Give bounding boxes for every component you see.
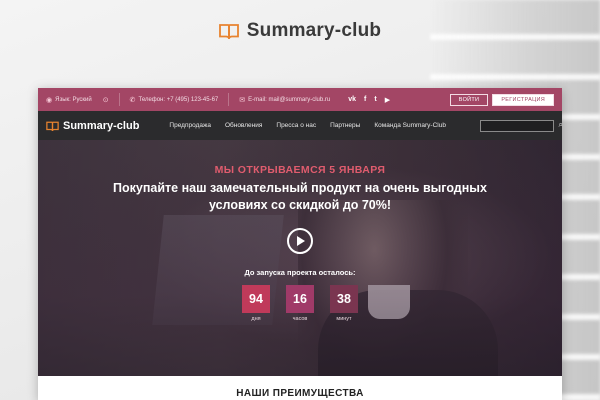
hero-content: МЫ ОТКРЫВАЕМСЯ 5 ЯНВАРЯ Покупайте наш за… bbox=[38, 140, 562, 322]
nav-logo-text: Summary-club bbox=[63, 119, 140, 132]
globe-icon: ◉ bbox=[46, 96, 53, 104]
countdown-minutes: 38 минут bbox=[330, 285, 358, 322]
phone-info: ✆ Телефон: +7 (495) 123-45-67 bbox=[130, 96, 219, 104]
nav-link-partners[interactable]: Партнеры bbox=[330, 122, 360, 129]
main-nav: Summary-club Предпродажа Обновления Прес… bbox=[38, 111, 562, 140]
email-label: E-mail: mail@summary-club.ru bbox=[248, 96, 331, 103]
chevron-down-icon: ⊙ bbox=[102, 96, 109, 104]
register-button[interactable]: РЕГИСТРАЦИЯ bbox=[492, 93, 554, 106]
countdown-days: 94 дня bbox=[242, 285, 270, 322]
language-selector[interactable]: ◉ Язык: Руский ⊙ bbox=[46, 96, 109, 104]
nav-link-presale[interactable]: Предпродажа bbox=[169, 122, 211, 129]
countdown-hours: 16 часов bbox=[286, 285, 314, 322]
mail-icon: ✉ bbox=[239, 96, 246, 104]
nav-link-press[interactable]: Пресса о нас bbox=[276, 122, 316, 129]
nav-logo[interactable]: Summary-club bbox=[46, 120, 139, 132]
nav-link-updates[interactable]: Обновления bbox=[225, 122, 262, 129]
phone-label: Телефон: +7 (495) 123-45-67 bbox=[138, 96, 219, 103]
twitter-icon[interactable]: t bbox=[374, 96, 376, 104]
countdown-days-value: 94 bbox=[242, 285, 270, 313]
phone-icon: ✆ bbox=[129, 96, 136, 104]
search-icon[interactable]: ⌕ bbox=[559, 120, 562, 130]
hero-section: МЫ ОТКРЫВАЕМСЯ 5 ЯНВАРЯ Покупайте наш за… bbox=[38, 140, 562, 400]
hero-title-line1: Покупайте наш замечательный продукт на о… bbox=[113, 181, 487, 195]
search-input[interactable]: ⌕ bbox=[480, 119, 562, 132]
email-info[interactable]: ✉ E-mail: mail@summary-club.ru bbox=[239, 96, 330, 104]
facebook-icon[interactable]: f bbox=[364, 96, 366, 104]
nav-links: Предпродажа Обновления Пресса о нас Парт… bbox=[169, 122, 446, 129]
countdown-days-unit: дня bbox=[251, 316, 261, 322]
nav-link-team[interactable]: Команда Summary-Club bbox=[374, 122, 446, 129]
top-bar: ◉ Язык: Руский ⊙ ✆ Телефон: +7 (495) 123… bbox=[38, 88, 562, 111]
countdown-hours-value: 16 bbox=[286, 285, 314, 313]
countdown-minutes-unit: минут bbox=[336, 316, 352, 322]
book-icon bbox=[46, 121, 59, 131]
youtube-icon[interactable]: ▶ bbox=[385, 96, 390, 104]
vk-icon[interactable]: vk bbox=[348, 96, 356, 104]
site-preview: ◉ Язык: Руский ⊙ ✆ Телефон: +7 (495) 123… bbox=[38, 88, 562, 400]
book-icon bbox=[218, 24, 239, 39]
brand-header: Summary-club bbox=[0, 20, 600, 42]
auth-buttons: ВОЙТИ РЕГИСТРАЦИЯ bbox=[449, 93, 554, 106]
divider bbox=[228, 93, 230, 106]
hero-kicker: МЫ ОТКРЫВАЕМСЯ 5 ЯНВАРЯ bbox=[214, 164, 386, 176]
language-label: Язык: Руский bbox=[55, 96, 92, 103]
countdown-minutes-value: 38 bbox=[330, 285, 358, 313]
hero-title-line2: условиях со скидкой до 70%! bbox=[208, 198, 392, 212]
countdown-label: До запуска проекта осталось: bbox=[244, 268, 356, 277]
advantages-title: НАШИ ПРЕИМУЩЕСТВА bbox=[236, 388, 364, 399]
play-video-button[interactable] bbox=[287, 228, 313, 254]
countdown-timer: 94 дня 16 часов 38 минут bbox=[38, 285, 562, 322]
divider bbox=[118, 93, 120, 106]
hero-title: Покупайте наш замечательный продукт на о… bbox=[38, 180, 562, 214]
play-icon bbox=[297, 236, 305, 246]
countdown-hours-unit: часов bbox=[292, 316, 308, 322]
social-links: vk f t ▶ bbox=[348, 96, 390, 104]
advantages-section: НАШИ ПРЕИМУЩЕСТВА bbox=[38, 376, 562, 400]
brand-name: Summary-club bbox=[246, 20, 382, 41]
login-button[interactable]: ВОЙТИ bbox=[449, 93, 489, 106]
